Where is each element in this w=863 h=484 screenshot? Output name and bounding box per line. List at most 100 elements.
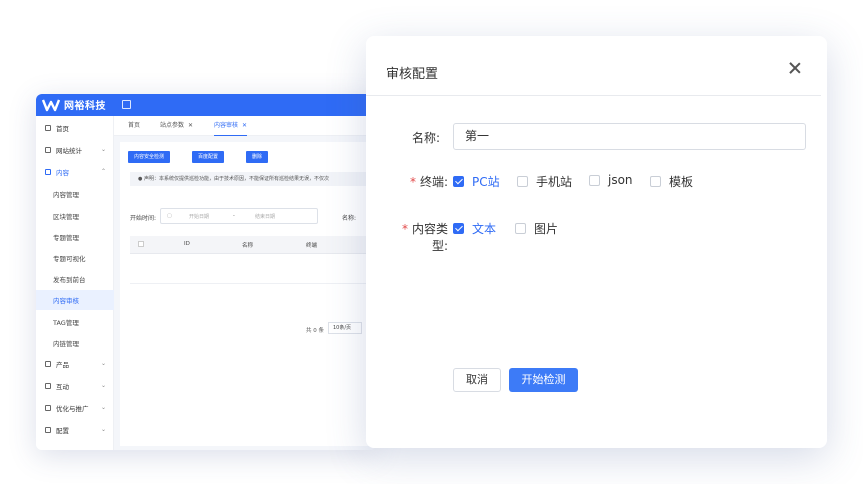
tab-content-review[interactable]: 内容审核 ✕ bbox=[214, 116, 248, 136]
button-label: 删除 bbox=[252, 154, 263, 160]
sidebar-item-label: 内容管理 bbox=[53, 191, 79, 199]
app-header: 网裕科技 bbox=[36, 94, 376, 116]
sidebar-item-label: 专题管理 bbox=[53, 234, 79, 242]
name-input-value: 第一 bbox=[465, 129, 490, 143]
close-icon[interactable]: ✕ bbox=[242, 122, 247, 129]
sidebar-item-home[interactable]: 首页 bbox=[36, 118, 114, 138]
folder-icon bbox=[45, 169, 51, 175]
tab-site-params[interactable]: 站点参数 ✕ bbox=[160, 116, 193, 136]
cancel-button[interactable]: 取消 bbox=[453, 368, 501, 392]
button-label: 取消 bbox=[466, 373, 488, 386]
close-icon[interactable]: ✕ bbox=[188, 122, 193, 129]
checkbox-label: 手机站 bbox=[536, 175, 573, 189]
sidebar-item-interact[interactable]: 互动 ⌄ bbox=[36, 376, 114, 396]
divider bbox=[366, 95, 821, 96]
sidebar-item-topic-manage[interactable]: 专题管理 bbox=[36, 227, 114, 247]
baidu-config-button[interactable]: 百度配置 bbox=[192, 151, 225, 163]
terminal-checkbox-mobile[interactable]: 手机站 bbox=[517, 173, 572, 190]
checkbox-icon bbox=[515, 223, 526, 234]
name-input[interactable]: 第一 bbox=[453, 123, 806, 150]
terminal-field-label: * 终端: bbox=[388, 173, 448, 190]
chevron-down-icon: ⌄ bbox=[100, 382, 106, 389]
sidebar-item-label: 专题可视化 bbox=[53, 255, 86, 263]
start-date-placeholder: 开始日期 bbox=[189, 214, 210, 220]
button-label: 内容安全检测 bbox=[134, 154, 165, 160]
checkbox-checked-icon bbox=[453, 223, 464, 234]
sidebar-item-label: 首页 bbox=[56, 125, 69, 133]
grid-icon bbox=[45, 361, 51, 367]
page-size-value: 10条/页 bbox=[333, 325, 352, 331]
sidebar-item-config[interactable]: 配置 ⌄ bbox=[36, 420, 114, 440]
menu-toggle-icon[interactable] bbox=[122, 100, 131, 109]
sidebar-item-tag-manage[interactable]: TAG管理 bbox=[36, 312, 114, 332]
chevron-down-icon: ⌄ bbox=[100, 146, 106, 153]
brand-logo-icon bbox=[42, 99, 60, 111]
terminal-checkbox-template[interactable]: 模板 bbox=[650, 173, 693, 190]
sidebar-item-label: 发布到前台 bbox=[53, 276, 86, 284]
tab-label: 内容审核 bbox=[214, 122, 239, 129]
notice-banner: ● 声明：本系统仅提供巡检功能，由于技术原因，不能保证所有巡检结果无误，不仅次 bbox=[130, 172, 376, 186]
checkbox-icon bbox=[517, 176, 528, 187]
sidebar: 首页 网站统计 ⌄ 内容 ⌃ 内容管理 区块管理 专题管理 专题可视化 发布到前… bbox=[36, 116, 114, 450]
dialog-title: 审核配置 bbox=[386, 67, 439, 82]
sidebar-item-publish[interactable]: 发布到前台 bbox=[36, 269, 114, 289]
sidebar-item-content-manage[interactable]: 内容管理 bbox=[36, 184, 114, 204]
main-content: 首页 站点参数 ✕ 内容审核 ✕ 内容安全检测 百度配置 删除 ● 声明：本系统仅提… bbox=[114, 116, 376, 450]
calendar-icon: ▢ bbox=[167, 213, 172, 219]
sidebar-item-content[interactable]: 内容 ⌃ bbox=[36, 162, 114, 182]
app-window: 网裕科技 首页 网站统计 ⌄ 内容 ⌃ 内容管理 区块管理 专题管理 专题可视化 bbox=[36, 94, 376, 450]
tab-label: 站点参数 bbox=[160, 122, 185, 129]
sidebar-item-label: 内容 bbox=[56, 169, 69, 177]
terminal-checkbox-pc[interactable]: PC站 bbox=[453, 173, 500, 190]
table-header: ID 名称 终端 bbox=[130, 236, 376, 254]
content-type-checkbox-text[interactable]: 文本 bbox=[453, 220, 496, 237]
screen-icon bbox=[45, 405, 51, 411]
required-mark: * bbox=[401, 222, 408, 236]
content-type-checkbox-image[interactable]: 图片 bbox=[515, 220, 558, 237]
tab-home[interactable]: 首页 bbox=[128, 116, 140, 136]
sidebar-item-link-manage[interactable]: 内链管理 bbox=[36, 333, 114, 353]
checkbox-checked-icon bbox=[453, 176, 464, 187]
checkbox-label: PC站 bbox=[472, 175, 500, 189]
sidebar-item-seo[interactable]: 优化与推广 ⌄ bbox=[36, 398, 114, 418]
checkbox-icon bbox=[589, 174, 600, 186]
end-date-placeholder: 结束日期 bbox=[255, 214, 276, 220]
button-label: 百度配置 bbox=[198, 154, 219, 160]
brand-logo[interactable]: 网裕科技 bbox=[42, 97, 106, 112]
terminal-checkbox-json[interactable]: json bbox=[589, 173, 633, 187]
content-type-field-label: * 内容类型: bbox=[388, 220, 448, 254]
select-all-checkbox[interactable] bbox=[138, 241, 144, 247]
date-range-input[interactable]: ▢ 开始日期 - 结束日期 bbox=[160, 208, 318, 224]
button-label: 开始检测 bbox=[521, 373, 566, 386]
sidebar-item-label: 产品 bbox=[56, 361, 69, 369]
brand-name: 网裕科技 bbox=[64, 101, 106, 112]
required-mark: * bbox=[409, 175, 416, 189]
home-icon bbox=[45, 125, 51, 131]
sidebar-item-label: 互动 bbox=[56, 383, 69, 391]
pager-total: 共 0 条 bbox=[306, 328, 324, 334]
sidebar-item-label: 内容审核 bbox=[53, 297, 79, 305]
sidebar-item-stats[interactable]: 网站统计 ⌄ bbox=[36, 140, 114, 160]
page-size-select[interactable]: 10条/页 bbox=[328, 322, 362, 334]
sidebar-item-topic-visual[interactable]: 专题可视化 bbox=[36, 248, 114, 268]
sidebar-item-content-review[interactable]: 内容审核 bbox=[36, 290, 114, 310]
sidebar-item-product[interactable]: 产品 ⌄ bbox=[36, 354, 114, 374]
chevron-up-icon: ⌃ bbox=[100, 168, 106, 175]
sidebar-item-label: TAG管理 bbox=[53, 319, 79, 327]
review-config-dialog: 审核配置 名称: 第一 * 终端: PC站 手机站 json 模板 * 内容类型: … bbox=[366, 36, 827, 448]
close-icon[interactable] bbox=[787, 60, 803, 76]
chevron-down-icon: ⌄ bbox=[100, 404, 106, 411]
sidebar-item-block-manage[interactable]: 区块管理 bbox=[36, 206, 114, 226]
label-text: 名称: bbox=[411, 131, 440, 145]
tab-bar: 首页 站点参数 ✕ 内容审核 ✕ bbox=[114, 116, 376, 136]
chat-icon bbox=[45, 383, 51, 389]
checkbox-icon bbox=[650, 176, 661, 187]
start-check-button[interactable]: 开始检测 bbox=[509, 368, 578, 392]
column-header-id: ID bbox=[184, 241, 190, 247]
start-time-label: 开始时间: bbox=[130, 215, 157, 222]
content-security-check-button[interactable]: 内容安全检测 bbox=[128, 151, 171, 163]
column-header-terminal: 终端 bbox=[306, 243, 318, 249]
delete-button[interactable]: 删除 bbox=[246, 151, 269, 163]
sidebar-item-label: 内链管理 bbox=[53, 340, 79, 348]
table-body bbox=[130, 254, 376, 284]
